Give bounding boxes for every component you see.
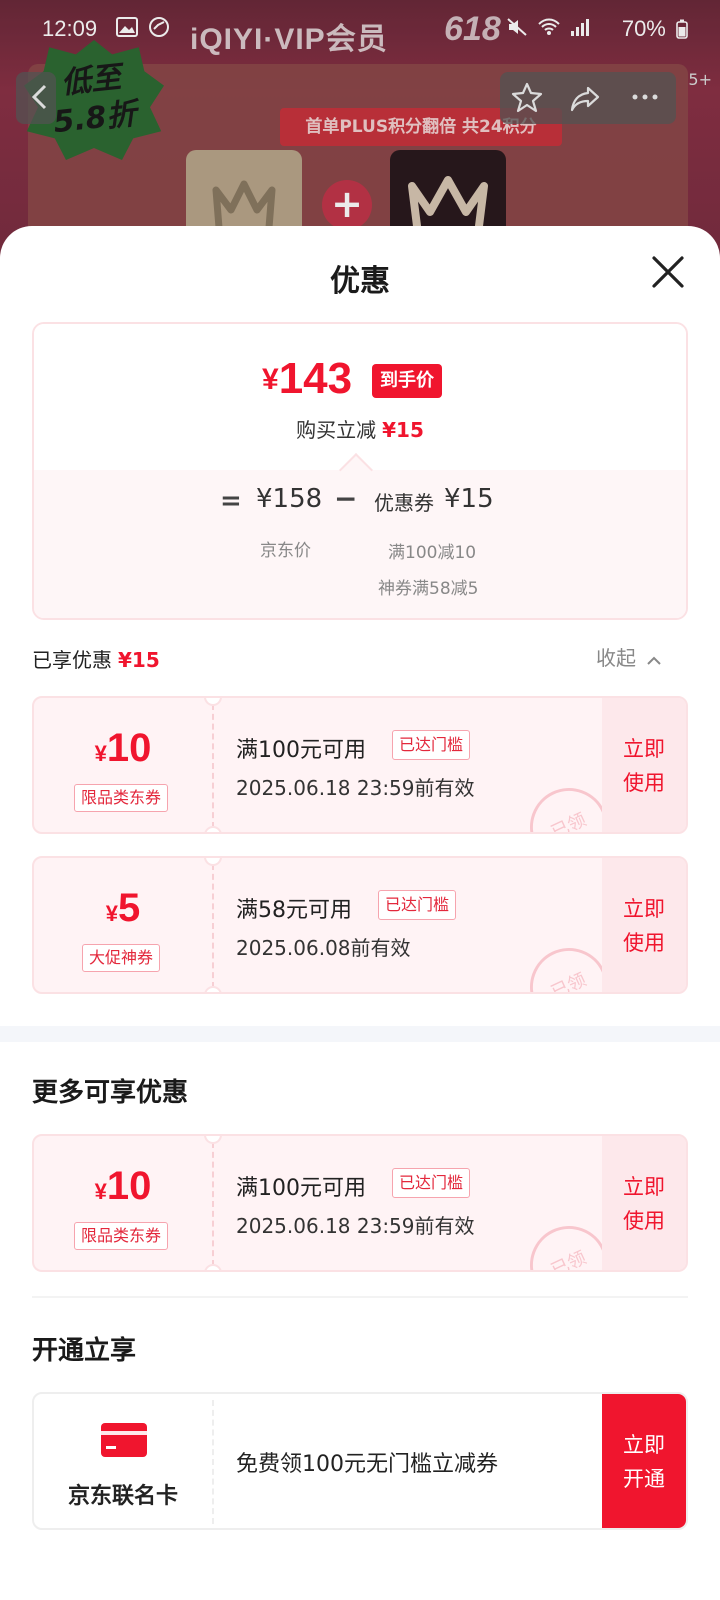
coupon-amount-value: 5 [118, 886, 141, 930]
threshold-met-tag: 已达门槛 [378, 890, 457, 920]
coupon-card: ¥5 大促神券 满58元可用 已达门槛 2025.06.08前有效 已领 立即使… [32, 856, 688, 994]
coupon-amount-value: 10 [106, 726, 152, 770]
instant-save-value: ¥15 [382, 418, 424, 442]
final-price-currency: ¥ [262, 363, 279, 396]
coupon-currency: ¥ [94, 1179, 107, 1204]
card-offer-left: 京东联名卡 [34, 1394, 212, 1528]
calc-base-price: ¥158 [256, 484, 323, 514]
coupon-validity: 2025.06.18 23:59前有效 [236, 1214, 475, 1238]
coupon-condition: 满100元可用 [236, 738, 366, 763]
coupon-notch [204, 1264, 222, 1270]
coupon-value-area: ¥10 限品类东券 [34, 698, 212, 832]
calc-coupon-value: ¥15 [444, 484, 494, 514]
calc-base-label: 京东价 [260, 541, 311, 561]
use-now-button[interactable]: 立即 使用 [602, 858, 686, 992]
summary-breakdown [34, 470, 686, 618]
final-price: ¥143 [262, 354, 352, 404]
coupon-value-area: ¥10 限品类东券 [34, 1136, 212, 1270]
calc-equals: = [220, 486, 242, 516]
threshold-met-tag: 已达门槛 [392, 730, 471, 760]
coupon-divider [212, 704, 214, 828]
coupon-type-tag: 限品类东券 [74, 1222, 169, 1250]
final-price-value: 143 [278, 354, 353, 403]
coupon-currency: ¥ [105, 901, 118, 926]
card-offer-name: 京东联名卡 [67, 1484, 178, 1509]
price-summary-card: ¥143 到手价 购买立减 ¥15 = ¥158 − 优惠券 ¥15 京东价 满1… [32, 322, 688, 620]
card-offer-description: 免费领100元无门槛立减券 [236, 1452, 498, 1477]
coupon-card: ¥10 限品类东券 满100元可用 已达门槛 2025.06.18 23:59前… [32, 1134, 688, 1272]
close-icon[interactable] [648, 252, 688, 292]
background-dim-overlay [0, 0, 720, 260]
coupon-divider [212, 1142, 214, 1266]
co-branded-card-offer: 京东联名卡 免费领100元无门槛立减券 立即 开通 [32, 1392, 688, 1530]
coupon-divider [212, 864, 214, 988]
coupon-condition: 满100元可用 [236, 1176, 366, 1201]
more-discounts-title: 更多可享优惠 [32, 1078, 189, 1108]
section-divider-band [0, 1026, 720, 1042]
collapse-label: 收起 [596, 646, 636, 670]
calc-coupon-detail-1: 满100减10 [388, 543, 477, 563]
credit-card-icon [101, 1423, 147, 1457]
coupon-type-tag: 大促神券 [82, 944, 161, 972]
calc-coupon-label: 优惠券 [374, 491, 434, 515]
sheet-title: 优惠 [330, 264, 390, 299]
coupon-value-area: ¥5 大促神券 [34, 858, 212, 992]
open-to-enjoy-title: 开通立享 [32, 1336, 137, 1366]
coupon-validity: 2025.06.18 23:59前有效 [236, 776, 475, 800]
use-now-button[interactable]: 立即 使用 [602, 1136, 686, 1270]
coupon-condition: 满58元可用 [236, 898, 352, 923]
coupon-amount: ¥10 [34, 726, 212, 771]
section-rule [32, 1296, 688, 1298]
coupon-amount: ¥5 [34, 886, 212, 931]
collapse-button[interactable]: 收起 [596, 642, 662, 671]
calc-minus: − [334, 482, 358, 515]
enjoyed-discount-header: 已享优惠 ¥15 [32, 644, 160, 673]
instant-save-line: 购买立减 ¥15 [34, 414, 686, 443]
coupon-validity: 2025.06.08前有效 [236, 936, 411, 960]
final-price-tag: 到手价 [372, 364, 442, 398]
coupon-type-tag: 限品类东券 [74, 784, 169, 812]
coupon-currency: ¥ [94, 741, 107, 766]
calc-coupon-detail-2: 神券满58减5 [378, 579, 479, 599]
coupon-amount-value: 10 [106, 1164, 152, 1208]
coupon-notch [204, 986, 222, 992]
use-now-button[interactable]: 立即 使用 [602, 698, 686, 832]
enjoyed-value: ¥15 [118, 648, 160, 672]
discount-sheet: 优惠 ¥143 到手价 购买立减 ¥15 = ¥158 − 优惠券 ¥15 京东价… [0, 226, 720, 1600]
coupon-notch [204, 826, 222, 832]
summary-top [34, 324, 686, 470]
open-now-button[interactable]: 立即 开通 [602, 1394, 686, 1528]
coupon-amount: ¥10 [34, 1164, 212, 1209]
threshold-met-tag: 已达门槛 [392, 1168, 471, 1198]
background-product-page: 首单PLUS积分翻倍 共24积分 低至5.8折 + 5+ 12:09 iQIYI… [0, 0, 720, 260]
chevron-up-icon [647, 656, 662, 665]
instant-save-label: 购买立减 [296, 418, 377, 442]
coupon-card: ¥10 限品类东券 满100元可用 已达门槛 2025.06.18 23:59前… [32, 696, 688, 834]
enjoyed-label: 已享优惠 [32, 648, 112, 672]
card-offer-divider [212, 1400, 214, 1524]
